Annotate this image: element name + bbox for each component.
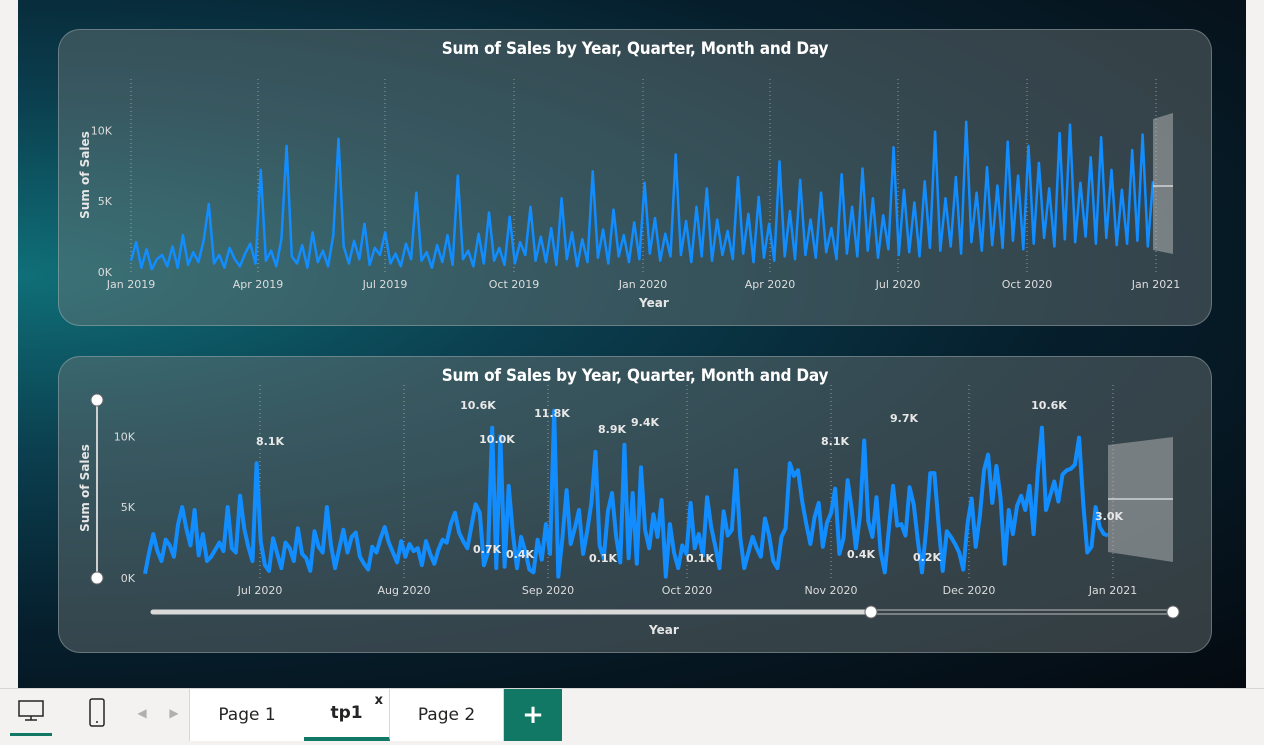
data-label: 0.1K	[686, 552, 714, 565]
y-tick-label: 10K	[114, 430, 136, 443]
y-tick-label: 5K	[121, 501, 136, 514]
chart-plot: Jul 2020 Aug 2020 Sep 2020 Oct 2020 Nov 2020…	[90, 385, 1180, 619]
data-label: 8.1K	[256, 435, 284, 448]
close-tab-button[interactable]: x	[375, 693, 383, 708]
chevron-right-icon[interactable]: ▶	[166, 689, 182, 737]
data-label: 8.1K	[821, 435, 849, 448]
x-tick-label: Apr 2020	[745, 278, 796, 291]
y-tick-label: 0K	[121, 572, 136, 585]
x-tick-label: Jan 2020	[618, 278, 667, 291]
line-chart-2[interactable]: Sum of Sales by Year, Quarter, Month and…	[58, 356, 1212, 653]
y-range-handle-bottom[interactable]	[90, 571, 104, 585]
chevron-left-icon[interactable]: ◀	[134, 689, 150, 737]
report-canvas: Sum of Sales by Year, Quarter, Month and…	[18, 0, 1246, 688]
data-label: 10.0K	[479, 433, 515, 446]
tab-label: Page 2	[417, 705, 476, 725]
x-tick-label: Jul 2019	[362, 278, 408, 291]
x-tick-label: Jan 2021	[1088, 584, 1137, 597]
canvas-gutter-left	[0, 0, 18, 688]
x-tick-label: Oct 2020	[1002, 278, 1053, 291]
tab-tp1[interactable]: tp1 x	[304, 689, 390, 741]
mobile-view-icon[interactable]	[82, 689, 112, 737]
x-tick-label: Jan 2019	[106, 278, 155, 291]
x-range-handle-left[interactable]	[864, 605, 878, 619]
tab-page-2[interactable]: Page 2	[390, 689, 504, 741]
data-label: 11.8K	[534, 407, 570, 420]
x-tick-label: Oct 2019	[489, 278, 540, 291]
x-tick-label: Jan 2021	[1131, 278, 1180, 291]
x-tick-label: Dec 2020	[943, 584, 996, 597]
data-label: 10.6K	[460, 399, 496, 412]
series-line	[143, 408, 1109, 579]
data-label: 0.2K	[913, 551, 941, 564]
y-tick-label: 0K	[98, 266, 113, 279]
page-navigation-bar: ◀ ▶ Page 1 tp1 x Page 2 +	[0, 688, 1264, 745]
data-label: 10.6K	[1031, 399, 1067, 412]
x-tick-label: Nov 2020	[805, 584, 858, 597]
tab-label: Page 1	[218, 705, 276, 725]
x-tick-label: Jul 2020	[237, 584, 283, 597]
data-label: 3.0K	[1095, 510, 1123, 523]
data-label: 8.9K	[598, 423, 626, 436]
x-range-handle-right[interactable]	[1166, 605, 1180, 619]
y-range-handle-top[interactable]	[90, 393, 104, 407]
x-tick-label: Sep 2020	[522, 584, 574, 597]
data-label: 9.4K	[631, 416, 659, 429]
desktop-view-icon[interactable]	[10, 689, 52, 736]
series-line	[129, 120, 1155, 271]
data-label: 0.4K	[506, 548, 534, 561]
canvas-gutter-right	[1246, 0, 1264, 688]
data-label: 0.4K	[847, 548, 875, 561]
x-tick-label: Aug 2020	[378, 584, 431, 597]
x-tick-label: Oct 2020	[662, 584, 713, 597]
data-label: 9.7K	[890, 412, 918, 425]
y-tick-label: 5K	[98, 195, 113, 208]
y-tick-label: 10K	[91, 124, 113, 137]
x-tick-label: Apr 2019	[233, 278, 284, 291]
data-label: 0.1K	[589, 552, 617, 565]
chart-plot: Jan 2019 Apr 2019 Jul 2019 Oct 2019 Jan 2020…	[91, 79, 1180, 291]
line-chart-1[interactable]: Sum of Sales by Year, Quarter, Month and…	[58, 29, 1212, 326]
data-label: 0.7K	[473, 543, 501, 556]
x-tick-label: Jul 2020	[875, 278, 921, 291]
tab-label: tp1	[330, 703, 363, 723]
add-page-button[interactable]: +	[504, 689, 562, 741]
forecast-shade	[1153, 113, 1173, 254]
tab-page-1[interactable]: Page 1	[189, 689, 305, 741]
